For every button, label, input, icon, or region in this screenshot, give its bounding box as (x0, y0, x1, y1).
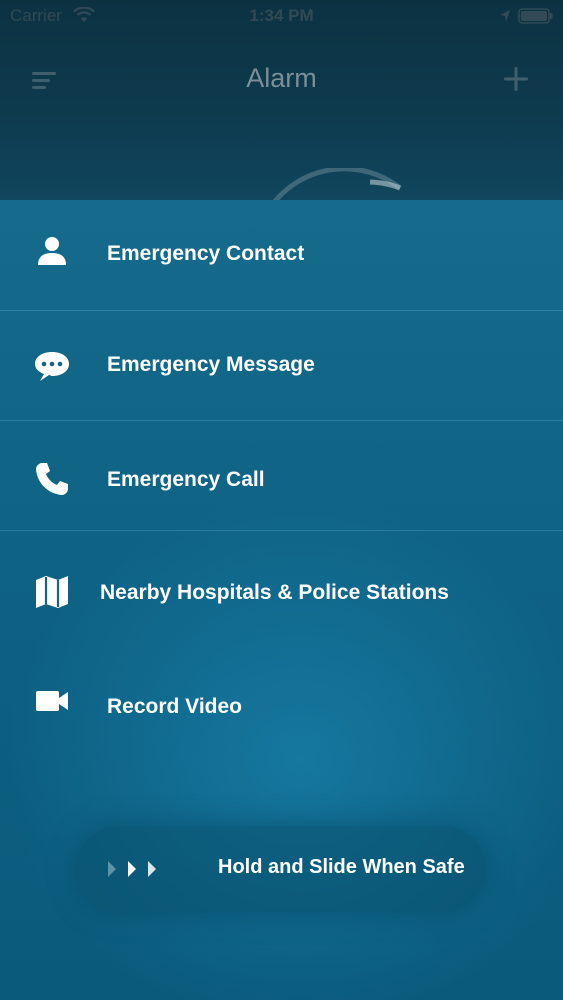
menu-item-label: Emergency Call (107, 468, 265, 491)
battery-icon (518, 8, 554, 29)
page-title: Alarm (246, 63, 317, 93)
chat-bubble-icon (34, 348, 70, 384)
menu-item-label: Nearby Hospitals & Police Stations (100, 581, 449, 604)
video-camera-icon (34, 684, 70, 720)
menu-item-label: Emergency Message (107, 353, 315, 376)
phone-icon (34, 461, 70, 497)
status-time: 1:34 PM (249, 6, 314, 25)
add-icon[interactable] (501, 64, 531, 94)
map-icon (34, 574, 70, 610)
menu-item-emergency-contact[interactable]: Emergency Contact (0, 200, 563, 311)
slider-label: Hold and Slide When Safe (218, 856, 465, 878)
background-arc-decoration (272, 168, 402, 200)
app-header-background: Carrier 1:34 PM Alarm (0, 0, 563, 200)
hold-and-slide-control[interactable]: Hold and Slide When Safe (76, 826, 486, 912)
status-bar: Carrier 1:34 PM (0, 0, 563, 32)
menu-item-label: Emergency Contact (107, 242, 305, 265)
person-icon (34, 234, 70, 270)
chevrons-right-icon[interactable] (104, 856, 164, 882)
location-icon (499, 8, 511, 28)
menu-item-record-video[interactable]: Record Video (0, 641, 563, 751)
menu-item-emergency-message[interactable]: Emergency Message (0, 310, 563, 421)
menu-item-nearby-hospitals-police[interactable]: Nearby Hospitals & Police Stations (0, 531, 563, 641)
menu-item-emergency-call[interactable]: Emergency Call (0, 420, 563, 531)
menu-item-label: Record Video (107, 695, 242, 718)
